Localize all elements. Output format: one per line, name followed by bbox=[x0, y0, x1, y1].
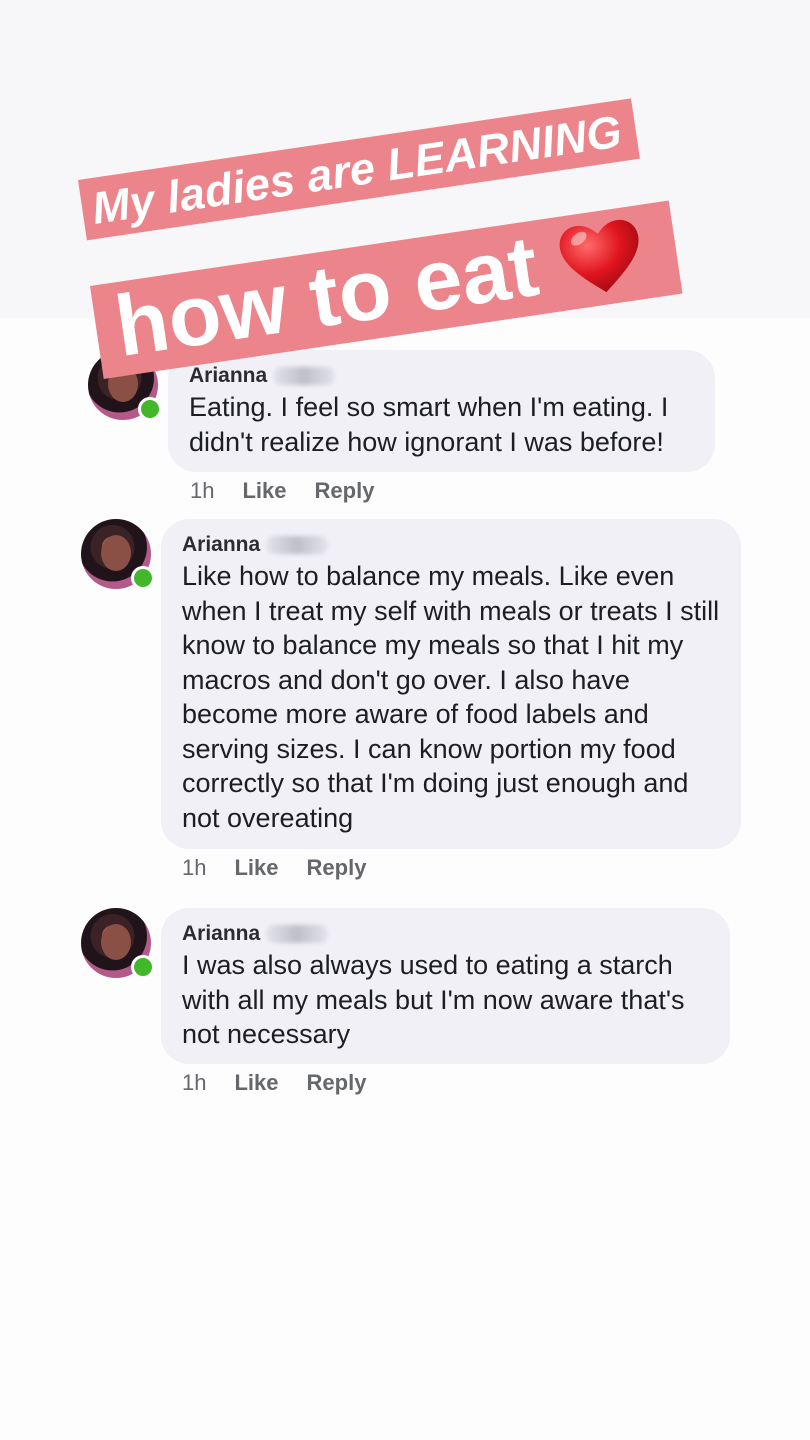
author-first-name[interactable]: Arianna bbox=[182, 533, 260, 557]
comment-author[interactable]: Arianna bbox=[182, 533, 721, 557]
blurred-surname bbox=[266, 536, 329, 554]
reply-button[interactable]: Reply bbox=[307, 1070, 367, 1096]
like-button[interactable]: Like bbox=[242, 478, 286, 504]
comment-text: Like how to balance my meals. Like even … bbox=[182, 561, 720, 833]
comment-author[interactable]: Arianna bbox=[182, 922, 710, 946]
reply-button[interactable]: Reply bbox=[307, 855, 367, 881]
banner-subheadline-text: how to eat bbox=[109, 217, 545, 376]
story-text-banner: My ladies are LEARNING how to eat bbox=[0, 0, 810, 400]
comment-text: I was also always used to eating a starc… bbox=[182, 950, 685, 1049]
comment-time[interactable]: 1h bbox=[190, 478, 214, 504]
author-first-name[interactable]: Arianna bbox=[182, 922, 260, 946]
comment-actions: 1h Like Reply bbox=[190, 478, 374, 504]
avatar-face bbox=[101, 535, 131, 571]
comment-actions: 1h Like Reply bbox=[182, 1070, 366, 1096]
comment-time[interactable]: 1h bbox=[182, 1070, 206, 1096]
comment-bubble[interactable]: Arianna Like how to balance my meals. Li… bbox=[161, 519, 741, 849]
online-status-dot bbox=[131, 566, 155, 590]
comment-time[interactable]: 1h bbox=[182, 855, 206, 881]
reply-button[interactable]: Reply bbox=[315, 478, 375, 504]
avatar-face bbox=[101, 924, 131, 960]
comment-bubble[interactable]: Arianna I was also always used to eating… bbox=[161, 908, 730, 1064]
comment-text: Eating. I feel so smart when I'm eating.… bbox=[189, 392, 669, 457]
blurred-surname bbox=[266, 925, 329, 943]
comment-actions: 1h Like Reply bbox=[182, 855, 366, 881]
like-button[interactable]: Like bbox=[234, 855, 278, 881]
heart-icon bbox=[551, 210, 652, 302]
banner-subheadline: how to eat bbox=[90, 200, 683, 379]
online-status-dot bbox=[138, 397, 162, 421]
like-button[interactable]: Like bbox=[234, 1070, 278, 1096]
online-status-dot bbox=[131, 955, 155, 979]
